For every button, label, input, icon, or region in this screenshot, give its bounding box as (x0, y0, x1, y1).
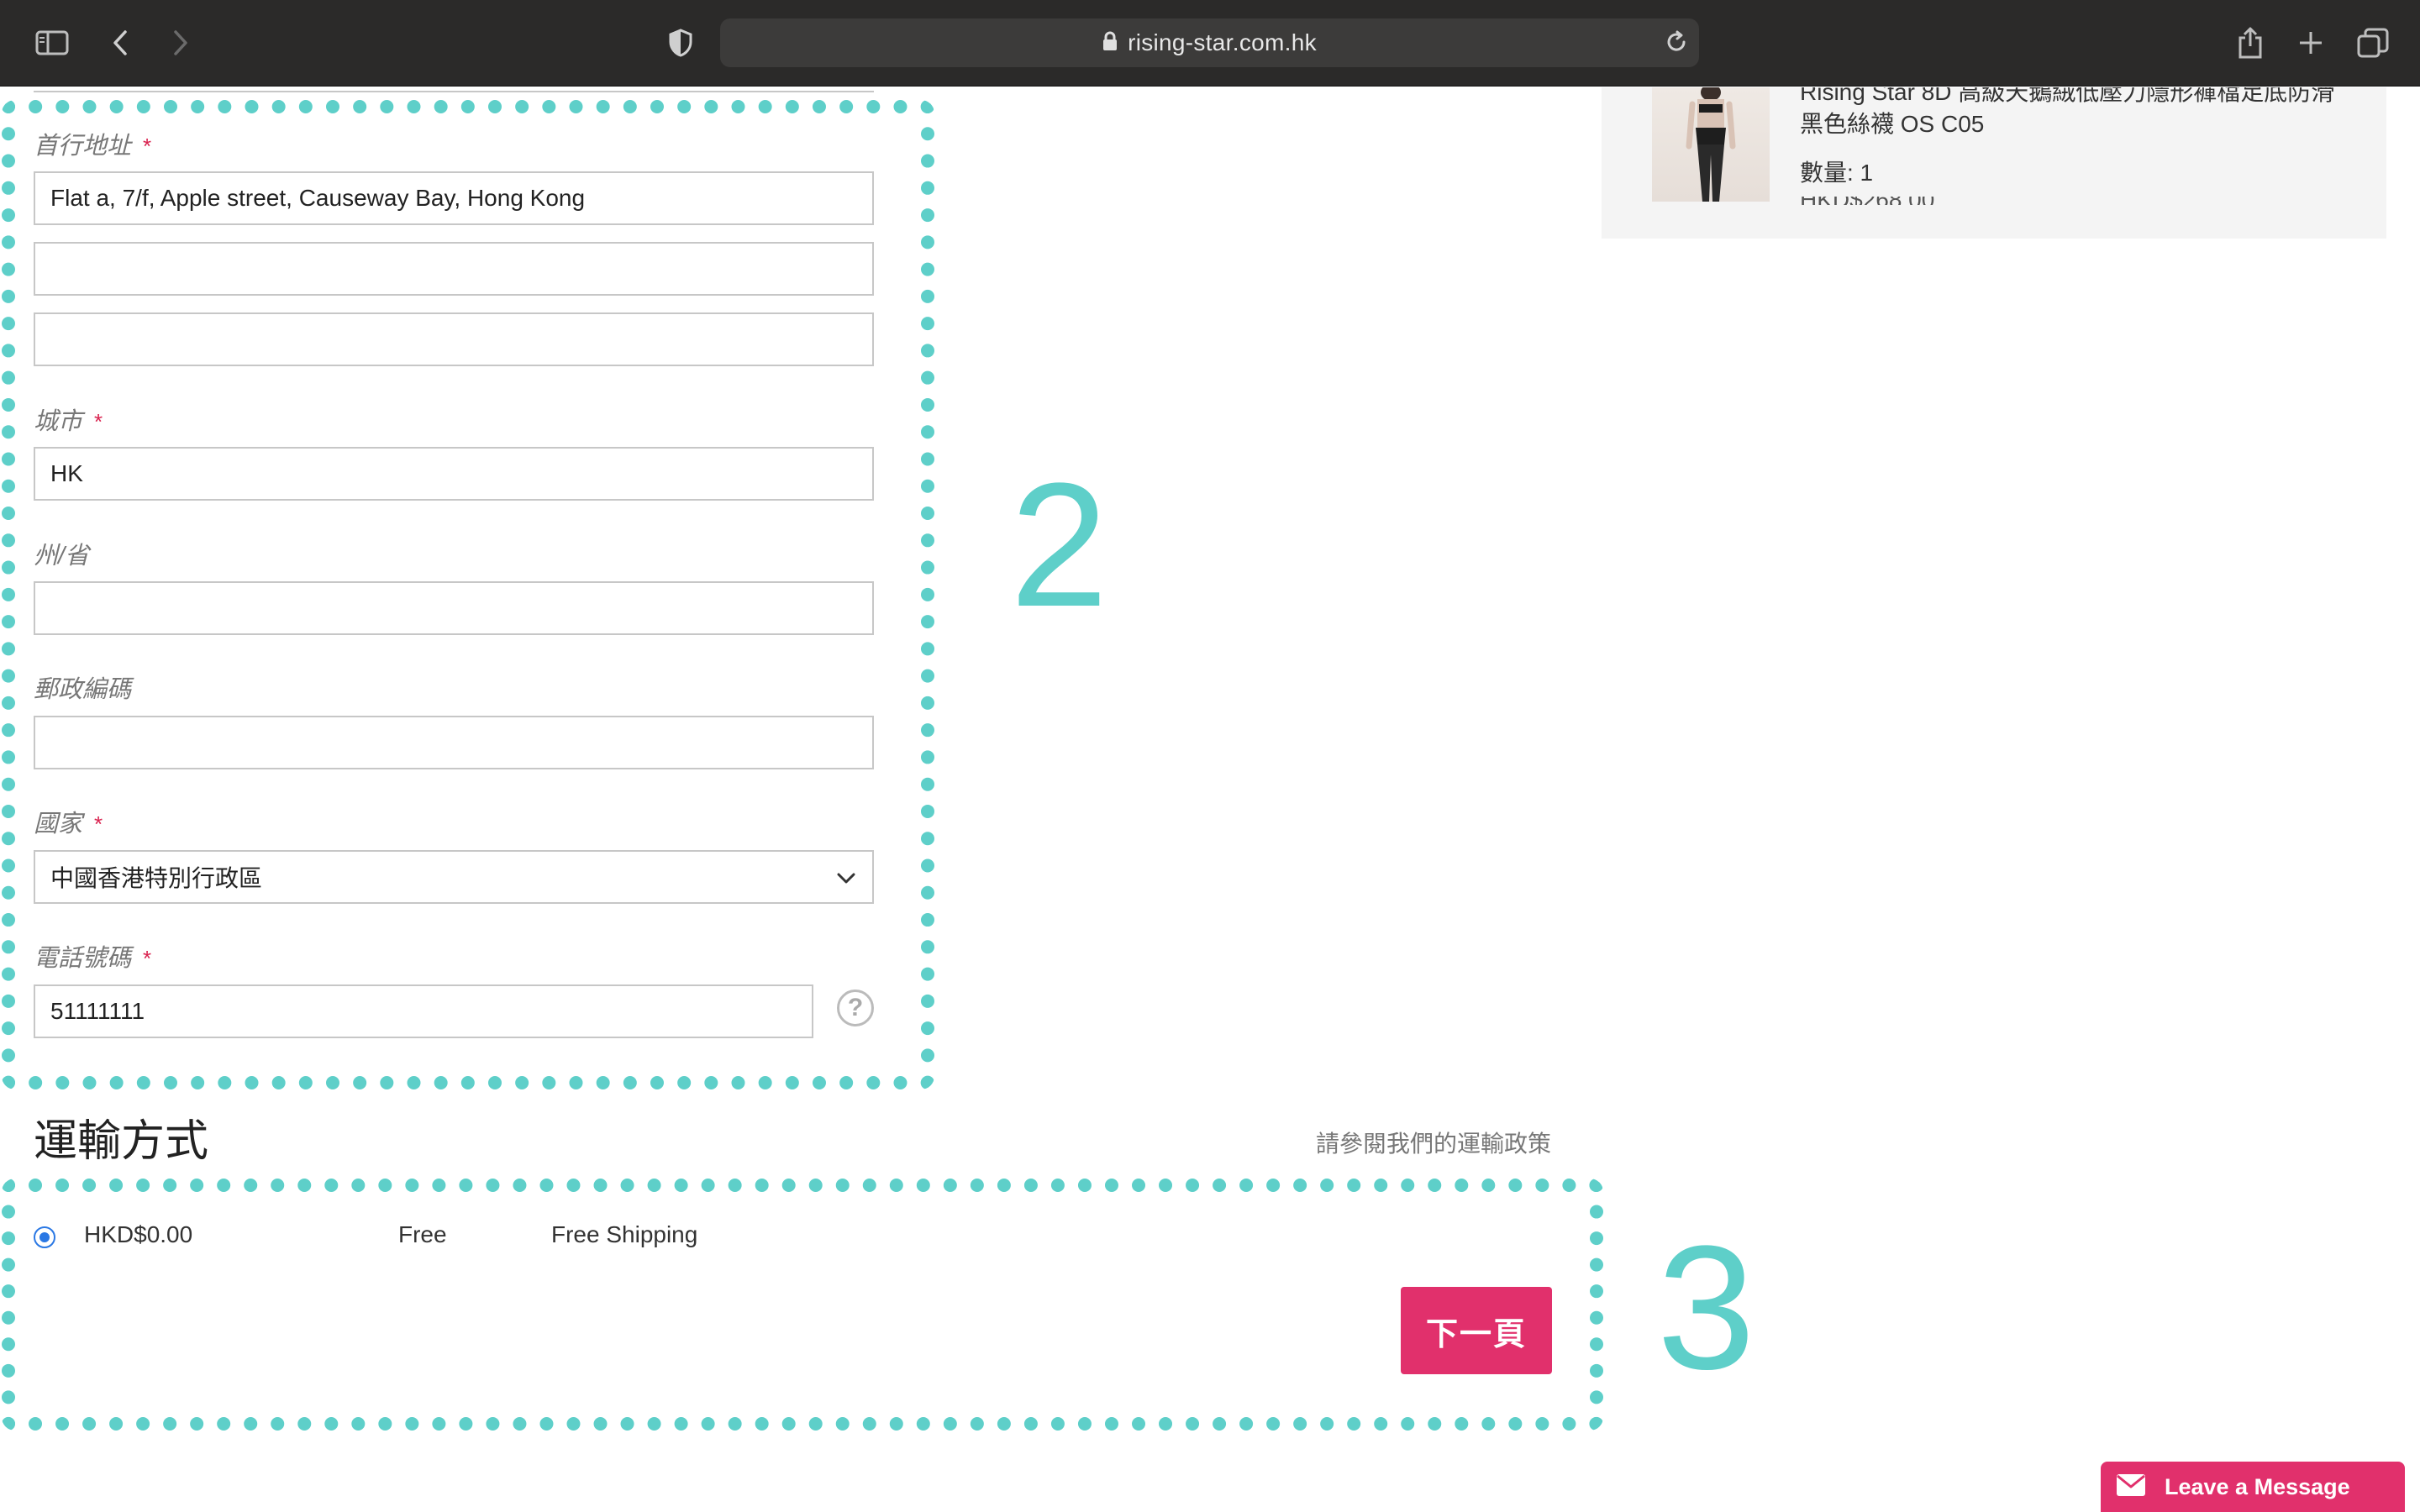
url-text: rising-star.com.hk (1128, 29, 1317, 55)
address-label: 首行地址 * (34, 133, 152, 160)
country-select[interactable]: 中國香港特別行政區 (34, 850, 874, 904)
envelope-icon (2116, 1473, 2146, 1501)
required-mark: * (94, 811, 103, 837)
city-label: 城市 * (34, 408, 103, 435)
product-name-line1: Rising Star 8D 高級天鵝絨低壓力隱形褲檔足底防滑 (1800, 87, 2335, 105)
chevron-down-icon (835, 867, 857, 895)
leave-message-widget[interactable]: Leave a Message (2101, 1462, 2405, 1512)
share-icon[interactable] (2235, 18, 2265, 67)
required-mark: * (143, 134, 152, 159)
forward-icon[interactable] (168, 18, 193, 67)
reload-icon[interactable] (1664, 29, 1689, 59)
highlight-frame-shipping (2, 1179, 1603, 1431)
address-line3-input[interactable] (34, 312, 874, 366)
address-line1-input[interactable]: Flat a, 7/f, Apple street, Causeway Bay,… (34, 171, 874, 225)
product-quantity: 數量: 1 (1800, 160, 1874, 186)
order-summary: Rising Star 8D 高級天鵝絨低壓力隱形褲檔足底防滑 黑色絲襪 OS … (1602, 87, 2386, 239)
leave-message-label: Leave a Message (2165, 1473, 2350, 1499)
postal-code-input[interactable] (34, 716, 874, 769)
product-price: HKD$268.00 (1800, 197, 1934, 205)
country-label: 國家 * (34, 811, 103, 837)
back-icon[interactable] (108, 18, 133, 67)
shipping-method-title: 運輸方式 (34, 1117, 209, 1166)
next-page-button[interactable]: 下一頁 (1401, 1287, 1552, 1374)
city-input[interactable]: HK (34, 447, 874, 501)
shipping-option-price: HKD$0.00 (84, 1221, 193, 1247)
tab-overview-icon[interactable] (2356, 18, 2390, 67)
annotation-number-2: 2 (1010, 446, 1108, 643)
address-line2-input[interactable] (34, 242, 874, 296)
checkout-page: Rising Star 8D 高級天鵝絨低壓力隱形褲檔足底防滑 黑色絲襪 OS … (0, 87, 2420, 1512)
phone-input[interactable]: 51111111 (34, 984, 813, 1038)
shipping-option-name: Free (398, 1221, 447, 1247)
product-name: Rising Star 8D 高級天鵝絨低壓力隱形褲檔足底防滑 黑色絲襪 OS … (1800, 87, 2338, 141)
annotation-number-3: 3 (1657, 1209, 1755, 1406)
product-thumbnail (1652, 87, 1770, 202)
sidebar-toggle-icon[interactable] (34, 18, 71, 67)
privacy-shield-icon[interactable] (668, 18, 693, 67)
state-label: 州/省 (34, 543, 90, 570)
postal-code-label: 郵政編碼 (34, 676, 132, 703)
lock-icon (1102, 31, 1118, 55)
radio-selected-dot (39, 1232, 50, 1242)
previous-field-edge (34, 87, 874, 92)
required-mark: * (143, 946, 152, 971)
address-bar[interactable]: rising-star.com.hk (720, 18, 1699, 67)
shipping-option-description: Free Shipping (551, 1221, 698, 1247)
shipping-option-radio[interactable] (34, 1226, 55, 1248)
required-mark: * (94, 409, 103, 434)
shipping-policy-link[interactable]: 請參閱我們的運輸政策 (1316, 1126, 1551, 1159)
phone-label: 電話號碼 * (34, 945, 152, 972)
browser-toolbar: rising-star.com.hk (0, 0, 2420, 87)
product-name-line2: 黑色絲襪 OS C05 (1800, 111, 1985, 137)
help-icon[interactable]: ? (837, 990, 874, 1026)
new-tab-icon[interactable] (2296, 18, 2326, 67)
state-input[interactable] (34, 581, 874, 635)
country-select-value: 中國香港特別行政區 (50, 865, 263, 891)
